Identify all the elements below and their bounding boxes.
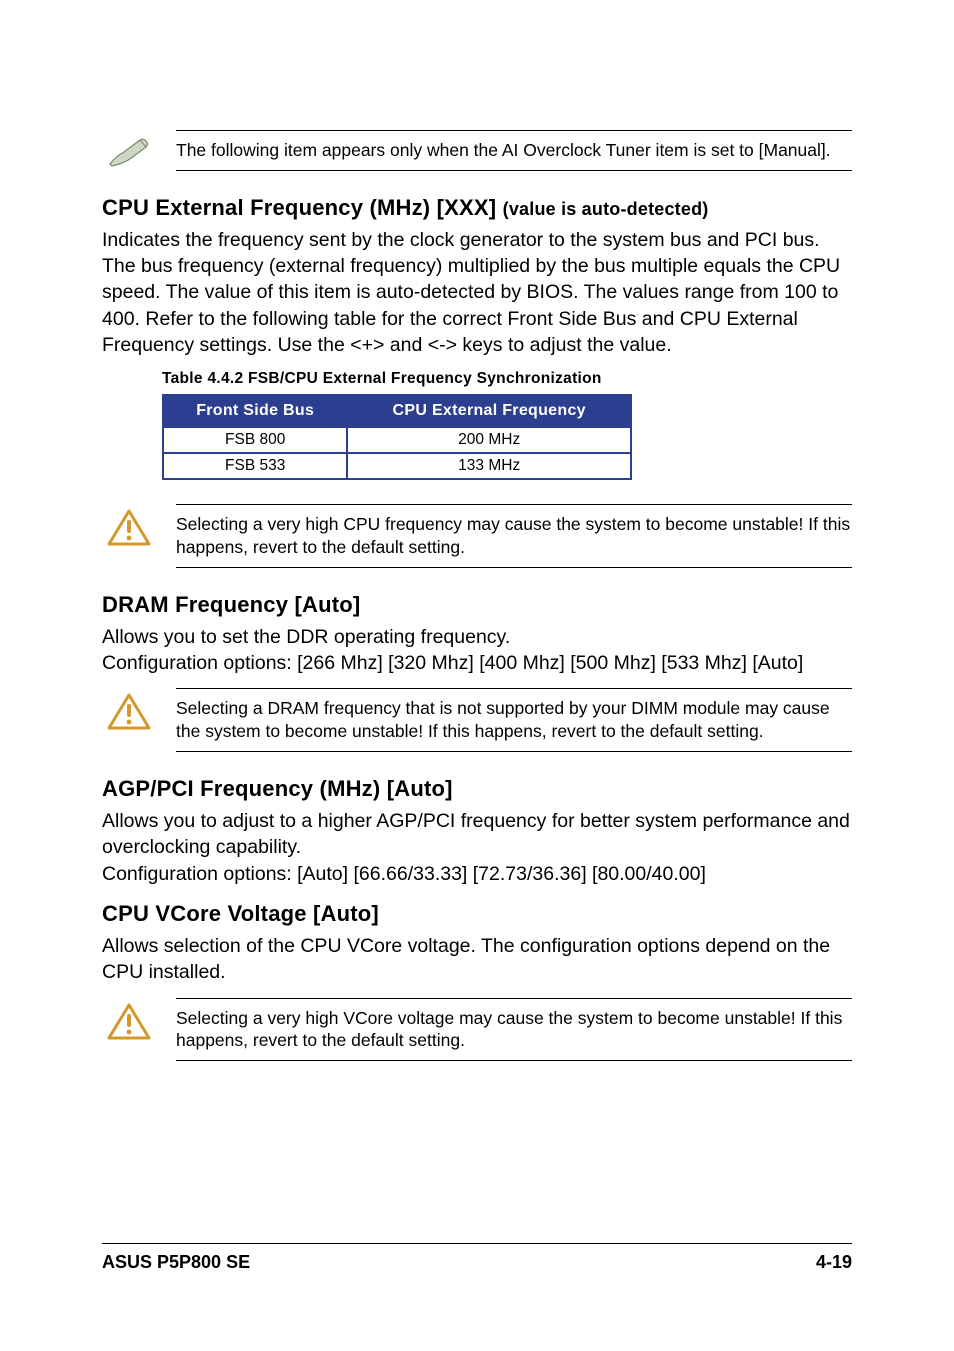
note-icon-col <box>102 688 156 732</box>
heading-dram-freq: DRAM Frequency [Auto] <box>102 592 852 618</box>
th-cpu-ext: CPU External Frequency <box>347 395 631 427</box>
body-cpu-vcore: Allows selection of the CPU VCore voltag… <box>102 933 852 986</box>
caution-icon <box>106 692 152 732</box>
heading-main: CPU External Frequency (MHz) [XXX] <box>102 195 496 220</box>
heading-sub: (value is auto-detected) <box>503 199 709 219</box>
table-header-row: Front Side Bus CPU External Frequency <box>163 395 631 427</box>
footer-product: ASUS P5P800 SE <box>102 1252 250 1273</box>
body-agp-pci-freq: Allows you to adjust to a higher AGP/PCI… <box>102 808 852 887</box>
note-high-cpu-freq: Selecting a very high CPU frequency may … <box>102 504 852 568</box>
note-icon-col <box>102 130 156 168</box>
heading-cpu-vcore: CPU VCore Voltage [Auto] <box>102 901 852 927</box>
note-text: Selecting a very high CPU frequency may … <box>176 504 852 568</box>
page-footer: ASUS P5P800 SE 4-19 <box>102 1243 852 1273</box>
table-row: FSB 800 200 MHz <box>163 427 631 453</box>
note-icon-col <box>102 504 156 548</box>
note-text: Selecting a very high VCore voltage may … <box>176 998 852 1062</box>
fsb-cpu-table: Front Side Bus CPU External Frequency FS… <box>162 394 632 480</box>
note-dram-freq: Selecting a DRAM frequency that is not s… <box>102 688 852 752</box>
cell-cpu: 200 MHz <box>347 427 631 453</box>
note-icon-col <box>102 998 156 1042</box>
caution-icon <box>106 1002 152 1042</box>
note-high-vcore: Selecting a very high VCore voltage may … <box>102 998 852 1062</box>
note-text: The following item appears only when the… <box>176 130 852 171</box>
heading-agp-pci-freq: AGP/PCI Frequency (MHz) [Auto] <box>102 776 852 802</box>
cell-cpu: 133 MHz <box>347 453 631 479</box>
th-fsb: Front Side Bus <box>163 395 347 427</box>
cell-fsb: FSB 533 <box>163 453 347 479</box>
body-dram-freq: Allows you to set the DDR operating freq… <box>102 624 852 677</box>
caution-icon <box>106 508 152 548</box>
body-cpu-external-freq: Indicates the frequency sent by the cloc… <box>102 227 852 359</box>
note-manual-mode: The following item appears only when the… <box>102 130 852 171</box>
heading-cpu-external-freq: CPU External Frequency (MHz) [XXX] (valu… <box>102 195 852 221</box>
table-row: FSB 533 133 MHz <box>163 453 631 479</box>
footer-page-number: 4-19 <box>816 1252 852 1273</box>
table-caption: Table 4.4.2 FSB/CPU External Frequency S… <box>162 370 852 388</box>
cell-fsb: FSB 800 <box>163 427 347 453</box>
note-text: Selecting a DRAM frequency that is not s… <box>176 688 852 752</box>
pencil-icon <box>106 134 152 168</box>
